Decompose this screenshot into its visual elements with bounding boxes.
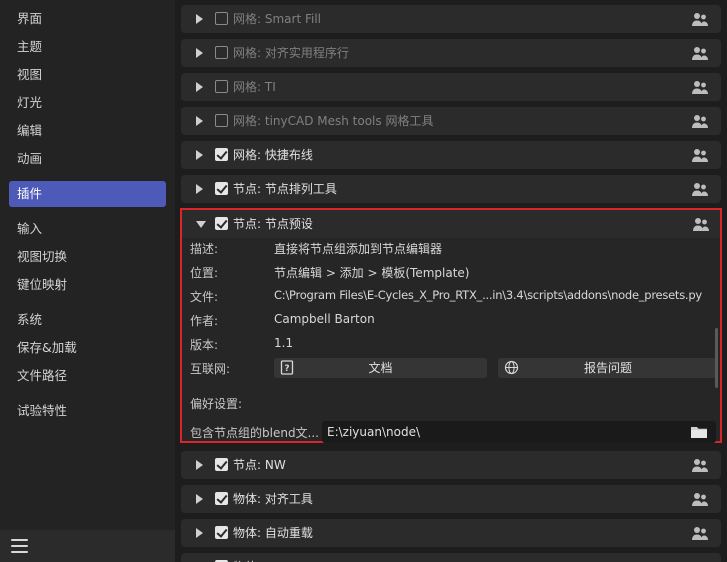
sidebar-item-editing[interactable]: 编辑 (9, 118, 166, 144)
expand-triangle-icon[interactable] (196, 82, 203, 92)
addon-name: 网格: TI (233, 80, 276, 94)
user-icon (692, 13, 708, 26)
location-value: 节点编辑 > 添加 > 模板(Template) (274, 266, 470, 280)
globe-icon (504, 360, 519, 375)
addon-row[interactable]: 物体: 自动重载 (181, 519, 721, 547)
report-bug-button[interactable]: 报告问题 (498, 358, 718, 378)
report-bug-label: 报告问题 (583, 361, 632, 375)
addon-name: 节点: 节点排列工具 (233, 182, 337, 196)
folder-label: 包含节点组的blend文... (190, 426, 318, 440)
addon-row[interactable]: 网格: tinyCAD Mesh tools 网格工具 (181, 107, 721, 135)
addon-name: 物体: 自动重载 (233, 526, 313, 540)
user-icon (692, 493, 708, 506)
addon-enable-checkbox[interactable] (215, 182, 228, 195)
addon-enable-checkbox[interactable] (215, 217, 228, 230)
description-label: 描述: (190, 242, 219, 256)
location-label: 位置: (190, 266, 219, 280)
sidebar-item-save-load[interactable]: 保存&加载 (9, 335, 166, 361)
author-label: 作者: (190, 314, 219, 328)
addon-row[interactable]: 网格: TI (181, 73, 721, 101)
expand-triangle-icon[interactable] (196, 14, 203, 24)
addon-row[interactable]: 物体: 对齐工具 (181, 485, 721, 513)
user-icon (692, 527, 708, 540)
user-icon (692, 183, 708, 196)
addon-enable-checkbox[interactable] (215, 148, 228, 161)
collapse-triangle-icon[interactable] (196, 221, 206, 228)
documentation-button[interactable]: ? 文档 (274, 358, 487, 378)
addon-name: 网格: 快捷布线 (233, 148, 313, 162)
expand-triangle-icon[interactable] (196, 494, 203, 504)
addon-enable-checkbox[interactable] (215, 12, 228, 25)
preferences-label: 偏好设置: (190, 397, 243, 411)
author-value: Campbell Barton (274, 312, 375, 326)
sidebar-item-interface[interactable]: 界面 (9, 6, 166, 32)
addon-name: 网格: 对齐实用程序行 (233, 46, 349, 60)
documentation-label: 文档 (368, 361, 393, 375)
expand-triangle-icon[interactable] (196, 528, 203, 538)
sidebar-item-lights[interactable]: 灯光 (9, 90, 166, 116)
sidebar-item-addons[interactable]: 插件 (9, 181, 166, 207)
addon-enable-checkbox[interactable] (215, 526, 228, 539)
addon-row[interactable]: 物体: ... (181, 553, 721, 562)
folder-icon[interactable] (690, 425, 708, 439)
version-label: 版本: (190, 338, 219, 352)
sidebar-item-navigation[interactable]: 视图切换 (9, 244, 166, 270)
file-label: 文件: (190, 290, 219, 304)
user-icon (692, 149, 708, 162)
addon-row-expanded[interactable]: 节点: 节点预设 (182, 210, 720, 238)
addon-enable-checkbox[interactable] (215, 114, 228, 127)
expand-triangle-icon[interactable] (196, 48, 203, 58)
expanded-addon-panel: 节点: 节点预设 描述: 直接将节点组添加到节点编辑器 位置: 节点编辑 > 添… (180, 208, 722, 443)
sidebar-footer (0, 530, 175, 562)
hamburger-menu-icon[interactable] (11, 539, 28, 553)
scrollbar-thumb[interactable] (715, 328, 718, 388)
addon-row[interactable]: 节点: 节点排列工具 (181, 175, 721, 203)
addon-row[interactable]: 节点: NW (181, 451, 721, 479)
sidebar-item-keymap[interactable]: 键位映射 (9, 272, 166, 298)
internet-label: 互联网: (190, 362, 231, 376)
addon-enable-checkbox[interactable] (215, 492, 228, 505)
user-icon (692, 47, 708, 60)
addon-name: 网格: tinyCAD Mesh tools 网格工具 (233, 114, 434, 128)
user-icon (692, 81, 708, 94)
folder-path-value: E:\ziyuan\node\ (327, 425, 420, 439)
sidebar-item-input[interactable]: 输入 (9, 216, 166, 242)
addon-enable-checkbox[interactable] (215, 80, 228, 93)
svg-text:?: ? (284, 364, 289, 374)
user-icon (693, 218, 709, 231)
addon-enable-checkbox[interactable] (215, 46, 228, 59)
sidebar-item-animation[interactable]: 动画 (9, 146, 166, 172)
preferences-sidebar: 界面 主题 视图 灯光 编辑 动画 插件 输入 视图切换 键位映射 系统 保存&… (0, 0, 175, 562)
help-document-icon: ? (280, 360, 294, 375)
addon-name: 物体: ... (233, 553, 276, 562)
addon-name: 网格: Smart Fill (233, 12, 322, 26)
addon-row[interactable]: 网格: 快捷布线 (181, 141, 721, 169)
folder-path-field[interactable]: E:\ziyuan\node\ (322, 421, 716, 443)
addon-name: 节点: 节点预设 (233, 217, 313, 231)
addon-name: 物体: 对齐工具 (233, 492, 313, 506)
user-icon (692, 459, 708, 472)
sidebar-item-system[interactable]: 系统 (9, 307, 166, 333)
addon-row[interactable]: 网格: Smart Fill (181, 5, 721, 33)
expand-triangle-icon[interactable] (196, 460, 203, 470)
expand-triangle-icon[interactable] (196, 116, 203, 126)
addon-enable-checkbox[interactable] (215, 458, 228, 471)
addon-row[interactable]: 网格: 对齐实用程序行 (181, 39, 721, 67)
expand-triangle-icon[interactable] (196, 184, 203, 194)
sidebar-item-file-paths[interactable]: 文件路径 (9, 363, 166, 389)
version-value: 1.1 (274, 336, 294, 350)
description-value: 直接将节点组添加到节点编辑器 (274, 242, 443, 256)
sidebar-item-experimental[interactable]: 试验特性 (9, 398, 166, 424)
addon-name: 节点: NW (233, 458, 286, 472)
sidebar-item-viewport[interactable]: 视图 (9, 62, 166, 88)
file-path-value: C:\Program Files\E-Cycles_X_Pro_RTX_...i… (274, 288, 702, 302)
user-icon (692, 115, 708, 128)
expand-triangle-icon[interactable] (196, 150, 203, 160)
sidebar-item-themes[interactable]: 主题 (9, 34, 166, 60)
